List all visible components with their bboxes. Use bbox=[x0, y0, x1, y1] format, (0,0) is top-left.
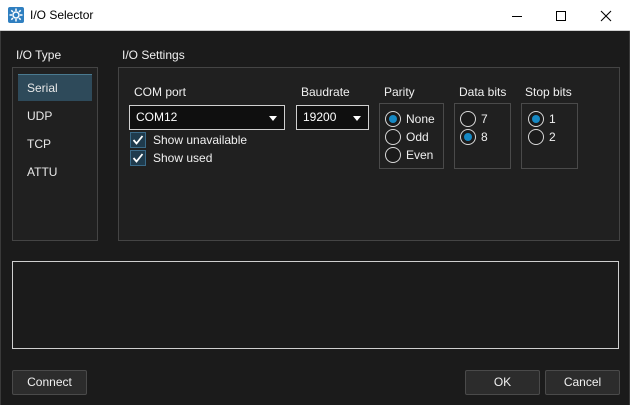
radio-unselected-icon bbox=[385, 147, 401, 163]
output-log-area[interactable] bbox=[12, 261, 619, 349]
title-bar: I/O Selector bbox=[0, 0, 630, 31]
radio-selected-icon bbox=[385, 111, 401, 127]
io-type-attu[interactable]: ATTU bbox=[18, 159, 92, 186]
baudrate-label: Baudrate bbox=[301, 85, 350, 99]
data-bits-7-radio[interactable]: 7 bbox=[460, 110, 488, 128]
radio-unselected-icon bbox=[385, 129, 401, 145]
chevron-down-icon bbox=[353, 116, 361, 121]
parity-even-radio[interactable]: Even bbox=[385, 146, 433, 164]
io-type-label: I/O Type bbox=[16, 48, 62, 62]
radio-selected-icon bbox=[460, 129, 476, 145]
minimize-button[interactable] bbox=[494, 0, 540, 31]
stop-bits-2-radio[interactable]: 2 bbox=[528, 128, 556, 146]
show-used-checkbox[interactable]: Show used bbox=[130, 150, 212, 166]
parity-none-radio[interactable]: None bbox=[385, 110, 435, 128]
com-port-label: COM port bbox=[134, 85, 187, 99]
checkbox-checked-icon bbox=[130, 150, 146, 166]
radio-selected-icon bbox=[528, 111, 544, 127]
io-type-serial[interactable]: Serial bbox=[18, 74, 92, 101]
baudrate-dropdown[interactable]: 19200 bbox=[296, 105, 369, 130]
stop-bits-1-radio[interactable]: 1 bbox=[528, 110, 556, 128]
parity-group: None Odd Even bbox=[379, 103, 444, 169]
dialog-body: I/O Type Serial UDP TCP ATTU I/O Setting… bbox=[0, 31, 630, 405]
data-bits-label: Data bits bbox=[459, 85, 507, 99]
show-unavailable-checkbox[interactable]: Show unavailable bbox=[130, 132, 247, 148]
radio-unselected-icon bbox=[460, 111, 476, 127]
app-gear-icon bbox=[8, 7, 24, 23]
maximize-icon bbox=[556, 10, 566, 21]
io-settings-label: I/O Settings bbox=[122, 48, 185, 62]
chevron-down-icon bbox=[269, 116, 277, 121]
radio-unselected-icon bbox=[528, 129, 544, 145]
maximize-button[interactable] bbox=[538, 0, 584, 31]
com-port-dropdown[interactable]: COM12 bbox=[129, 105, 285, 130]
parity-odd-radio[interactable]: Odd bbox=[385, 128, 429, 146]
window-title: I/O Selector bbox=[30, 8, 94, 22]
data-bits-8-radio[interactable]: 8 bbox=[460, 128, 488, 146]
data-bits-group: 7 8 bbox=[454, 103, 511, 169]
close-icon bbox=[600, 10, 612, 21]
connect-button[interactable]: Connect bbox=[12, 370, 87, 395]
parity-label: Parity bbox=[384, 85, 415, 99]
close-button[interactable] bbox=[583, 0, 629, 31]
ok-button[interactable]: OK bbox=[465, 370, 540, 395]
stop-bits-label: Stop bits bbox=[525, 85, 572, 99]
stop-bits-group: 1 2 bbox=[521, 103, 578, 169]
cancel-button[interactable]: Cancel bbox=[545, 370, 620, 395]
checkbox-checked-icon bbox=[130, 132, 146, 148]
io-type-udp[interactable]: UDP bbox=[18, 103, 92, 130]
io-type-list: Serial UDP TCP ATTU bbox=[12, 67, 98, 241]
io-type-tcp[interactable]: TCP bbox=[18, 131, 92, 158]
minimize-icon bbox=[512, 15, 522, 17]
